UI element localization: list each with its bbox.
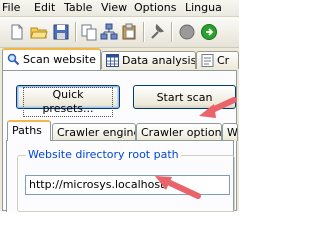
page-icon (201, 54, 214, 67)
toolbar (0, 17, 239, 48)
table-icon (106, 54, 119, 67)
network-icon[interactable] (100, 23, 118, 41)
tab-data-analysis[interactable]: Data analysis (101, 51, 196, 69)
app-window: File Edit Table View Options Lingua Scan… (0, 0, 239, 212)
annotation-arrow-start-scan (199, 97, 237, 118)
menu-table[interactable]: Table (64, 1, 92, 15)
menu-lingua[interactable]: Lingua (185, 1, 222, 15)
menu-bar: File Edit Table View Options Lingua (0, 0, 239, 17)
new-file-icon[interactable] (8, 23, 26, 41)
paste-icon[interactable] (120, 23, 138, 41)
annotation-arrow-root-path (155, 176, 201, 199)
group-title: Website directory root path (26, 148, 181, 161)
menu-file[interactable]: File (2, 1, 20, 15)
tab-crawler-engine[interactable]: Crawler engine (52, 123, 136, 141)
tools-icon[interactable] (148, 23, 166, 41)
menu-options[interactable]: Options (134, 1, 176, 15)
save-icon[interactable] (52, 23, 70, 41)
copy-icon[interactable] (80, 23, 98, 41)
menu-edit[interactable]: Edit (34, 1, 55, 15)
main-tab-bar: Scan website Data analysis Cr (0, 48, 239, 70)
tab-label: Data analysis (122, 54, 196, 67)
tab-label: Cr (217, 54, 230, 67)
quick-presets-button[interactable]: Quick presets... (16, 85, 120, 117)
stop-icon[interactable] (178, 23, 196, 41)
menu-view[interactable]: View (101, 1, 127, 15)
go-icon[interactable] (200, 23, 218, 41)
root-path-group: Website directory root path http://micro… (17, 148, 235, 212)
tab-scan-website[interactable]: Scan website (2, 48, 101, 70)
magnifier-icon (7, 53, 20, 66)
tab-cr[interactable]: Cr (196, 51, 239, 69)
tab-label: Scan website (23, 53, 96, 66)
open-folder-icon[interactable] (30, 23, 48, 41)
quick-presets-label: Quick presets... (23, 87, 113, 117)
tab-paths[interactable]: Paths (7, 120, 51, 141)
